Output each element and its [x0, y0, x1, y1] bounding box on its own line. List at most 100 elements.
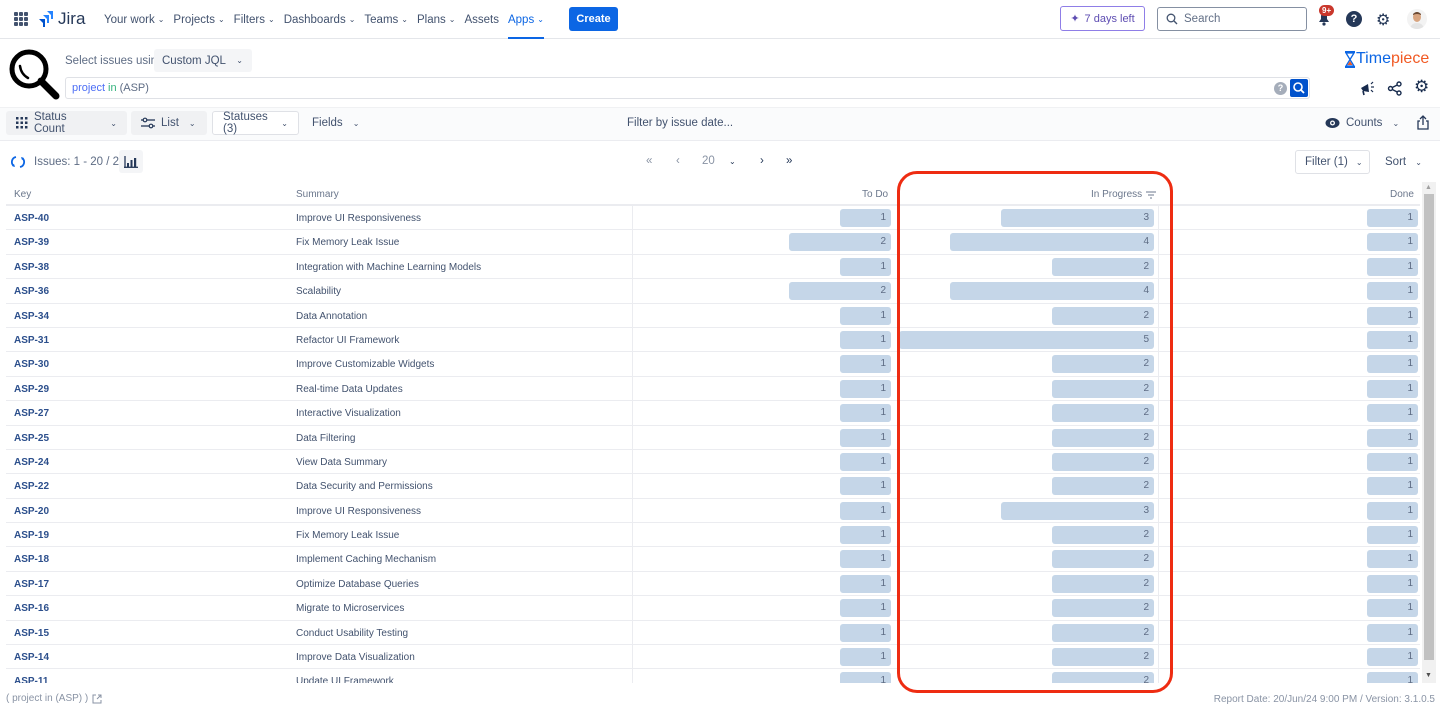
table-row[interactable]: ASP-11 Update UI Framework 1 2 1	[6, 669, 1420, 683]
count-bar-done[interactable]: 1	[1367, 452, 1418, 471]
table-row[interactable]: ASP-18 Implement Caching Mechanism 1 2 1	[6, 547, 1420, 572]
report-settings-gear-icon[interactable]: ⚙	[1414, 77, 1429, 97]
table-row[interactable]: ASP-31 Refactor UI Framework 1 5 1	[6, 327, 1420, 353]
count-bar-todo[interactable]: 1	[840, 209, 891, 227]
count-bar-done[interactable]: 1	[1367, 672, 1418, 683]
column-header-inprogress[interactable]: In Progress	[1091, 189, 1157, 200]
nav-item-projects[interactable]: Projects ⌄	[173, 0, 231, 39]
export-icon[interactable]	[1417, 115, 1429, 130]
refresh-icon[interactable]	[11, 155, 25, 169]
count-bar-done[interactable]: 1	[1367, 379, 1418, 398]
issue-key-link[interactable]: ASP-20	[14, 506, 49, 517]
issue-key-link[interactable]: ASP-24	[14, 457, 49, 468]
column-header-todo[interactable]: To Do	[862, 189, 888, 200]
count-bar-todo[interactable]: 1	[840, 477, 891, 496]
count-bar-todo[interactable]: 1	[840, 404, 891, 423]
count-bar-done[interactable]: 1	[1367, 330, 1418, 349]
count-bar-done[interactable]: 1	[1367, 209, 1418, 227]
count-bar-inprogress[interactable]: 4	[950, 282, 1154, 301]
sort-dropdown[interactable]: Sort ⌄	[1385, 156, 1422, 168]
table-row[interactable]: ASP-30 Improve Customizable Widgets 1 2 1	[6, 352, 1420, 377]
count-bar-todo[interactable]: 1	[840, 306, 891, 325]
count-bar-inprogress[interactable]: 2	[1052, 404, 1154, 423]
table-row[interactable]: ASP-29 Real-time Data Updates 1 2 1	[6, 376, 1420, 402]
issue-key-link[interactable]: ASP-36	[14, 286, 49, 297]
issue-key-link[interactable]: ASP-30	[14, 359, 49, 370]
count-bar-todo[interactable]: 1	[840, 257, 891, 276]
jira-logo[interactable]: Jira	[38, 9, 85, 29]
count-bar-done[interactable]: 1	[1367, 501, 1418, 520]
table-row[interactable]: ASP-24 View Data Summary 1 2 1	[6, 449, 1420, 475]
count-bar-todo[interactable]: 1	[840, 550, 891, 569]
count-bar-done[interactable]: 1	[1367, 477, 1418, 496]
column-header-summary[interactable]: Summary	[296, 189, 339, 200]
issue-key-link[interactable]: ASP-22	[14, 481, 49, 492]
issue-key-link[interactable]: ASP-40	[14, 213, 49, 224]
count-bar-todo[interactable]: 1	[840, 379, 891, 398]
issue-key-link[interactable]: ASP-19	[14, 530, 49, 541]
scroll-down-arrow-icon[interactable]: ▼	[1425, 672, 1432, 679]
issue-key-link[interactable]: ASP-15	[14, 628, 49, 639]
count-bar-inprogress[interactable]: 3	[1001, 209, 1154, 227]
count-bar-inprogress[interactable]: 2	[1052, 648, 1154, 667]
nav-item-teams[interactable]: Teams ⌄	[364, 0, 415, 39]
count-bar-done[interactable]: 1	[1367, 233, 1418, 252]
table-row[interactable]: ASP-25 Data Filtering 1 2 1	[6, 425, 1420, 450]
view-dropdown[interactable]: List ⌄	[131, 111, 207, 135]
count-bar-done[interactable]: 1	[1367, 404, 1418, 423]
issue-key-link[interactable]: ASP-25	[14, 433, 49, 444]
table-row[interactable]: ASP-36 Scalability 2 4 1	[6, 279, 1420, 304]
search-input[interactable]: Search	[1157, 7, 1307, 31]
count-bar-done[interactable]: 1	[1367, 648, 1418, 667]
chevron-down-icon[interactable]: ⌄	[729, 157, 736, 166]
issue-key-link[interactable]: ASP-14	[14, 652, 49, 663]
table-row[interactable]: ASP-19 Fix Memory Leak Issue 1 2 1	[6, 523, 1420, 548]
first-page-button[interactable]: «	[646, 155, 652, 167]
nav-item-your-work[interactable]: Your work ⌄	[104, 0, 171, 39]
statuses-dropdown[interactable]: Statuses (3) ⌄	[212, 111, 299, 135]
count-bar-done[interactable]: 1	[1367, 623, 1418, 642]
count-bar-inprogress[interactable]: 2	[1052, 526, 1154, 545]
count-bar-todo[interactable]: 1	[840, 355, 891, 374]
sort-filter-icon[interactable]	[1146, 190, 1157, 200]
create-button[interactable]: Create	[569, 7, 618, 31]
table-row[interactable]: ASP-14 Improve Data Visualization 1 2 1	[6, 645, 1420, 670]
column-header-done[interactable]: Done	[1390, 189, 1414, 200]
counts-dropdown[interactable]: Counts ⌄	[1315, 111, 1409, 135]
count-bar-done[interactable]: 1	[1367, 257, 1418, 276]
query-mode-dropdown[interactable]: Custom JQL ⌄	[154, 49, 252, 72]
count-bar-todo[interactable]: 1	[840, 672, 891, 683]
jql-search-button[interactable]	[1290, 79, 1308, 97]
count-bar-inprogress[interactable]: 2	[1052, 452, 1154, 471]
filter-by-date-button[interactable]: Filter by issue date...	[627, 117, 733, 129]
table-row[interactable]: ASP-27 Interactive Visualization 1 2 1	[6, 401, 1420, 426]
count-bar-inprogress[interactable]: 2	[1052, 306, 1154, 325]
count-bar-inprogress[interactable]: 3	[1001, 501, 1154, 520]
count-bar-done[interactable]: 1	[1367, 599, 1418, 618]
nav-item-assets[interactable]: Assets	[464, 0, 506, 39]
count-bar-done[interactable]: 1	[1367, 428, 1418, 447]
table-row[interactable]: ASP-16 Migrate to Microservices 1 2 1	[6, 596, 1420, 621]
count-bar-inprogress[interactable]: 2	[1052, 477, 1154, 496]
count-bar-inprogress[interactable]: 2	[1052, 599, 1154, 618]
issue-key-link[interactable]: ASP-18	[14, 554, 49, 565]
app-switcher-icon[interactable]	[14, 12, 28, 26]
announcement-megaphone-icon[interactable]	[1359, 81, 1376, 96]
table-row[interactable]: ASP-17 Optimize Database Queries 1 2 1	[6, 571, 1420, 597]
jql-help-icon[interactable]: ?	[1274, 82, 1287, 95]
issue-key-link[interactable]: ASP-11	[14, 676, 48, 683]
count-bar-todo[interactable]: 2	[789, 233, 891, 252]
scroll-up-arrow-icon[interactable]: ▲	[1425, 184, 1432, 191]
column-header-key[interactable]: Key	[14, 189, 31, 200]
issue-key-link[interactable]: ASP-16	[14, 603, 49, 614]
count-bar-todo[interactable]: 1	[840, 501, 891, 520]
count-bar-inprogress[interactable]: 2	[1052, 623, 1154, 642]
jql-query-input[interactable]: project in (ASP) ?	[65, 77, 1310, 99]
fields-dropdown[interactable]: Fields ⌄	[302, 111, 369, 135]
issue-key-link[interactable]: ASP-39	[14, 237, 49, 248]
count-bar-done[interactable]: 1	[1367, 550, 1418, 569]
issue-key-link[interactable]: ASP-27	[14, 408, 49, 419]
count-bar-todo[interactable]: 1	[840, 623, 891, 642]
count-bar-inprogress[interactable]: 5	[899, 330, 1154, 349]
prev-page-button[interactable]: ‹	[676, 155, 680, 167]
